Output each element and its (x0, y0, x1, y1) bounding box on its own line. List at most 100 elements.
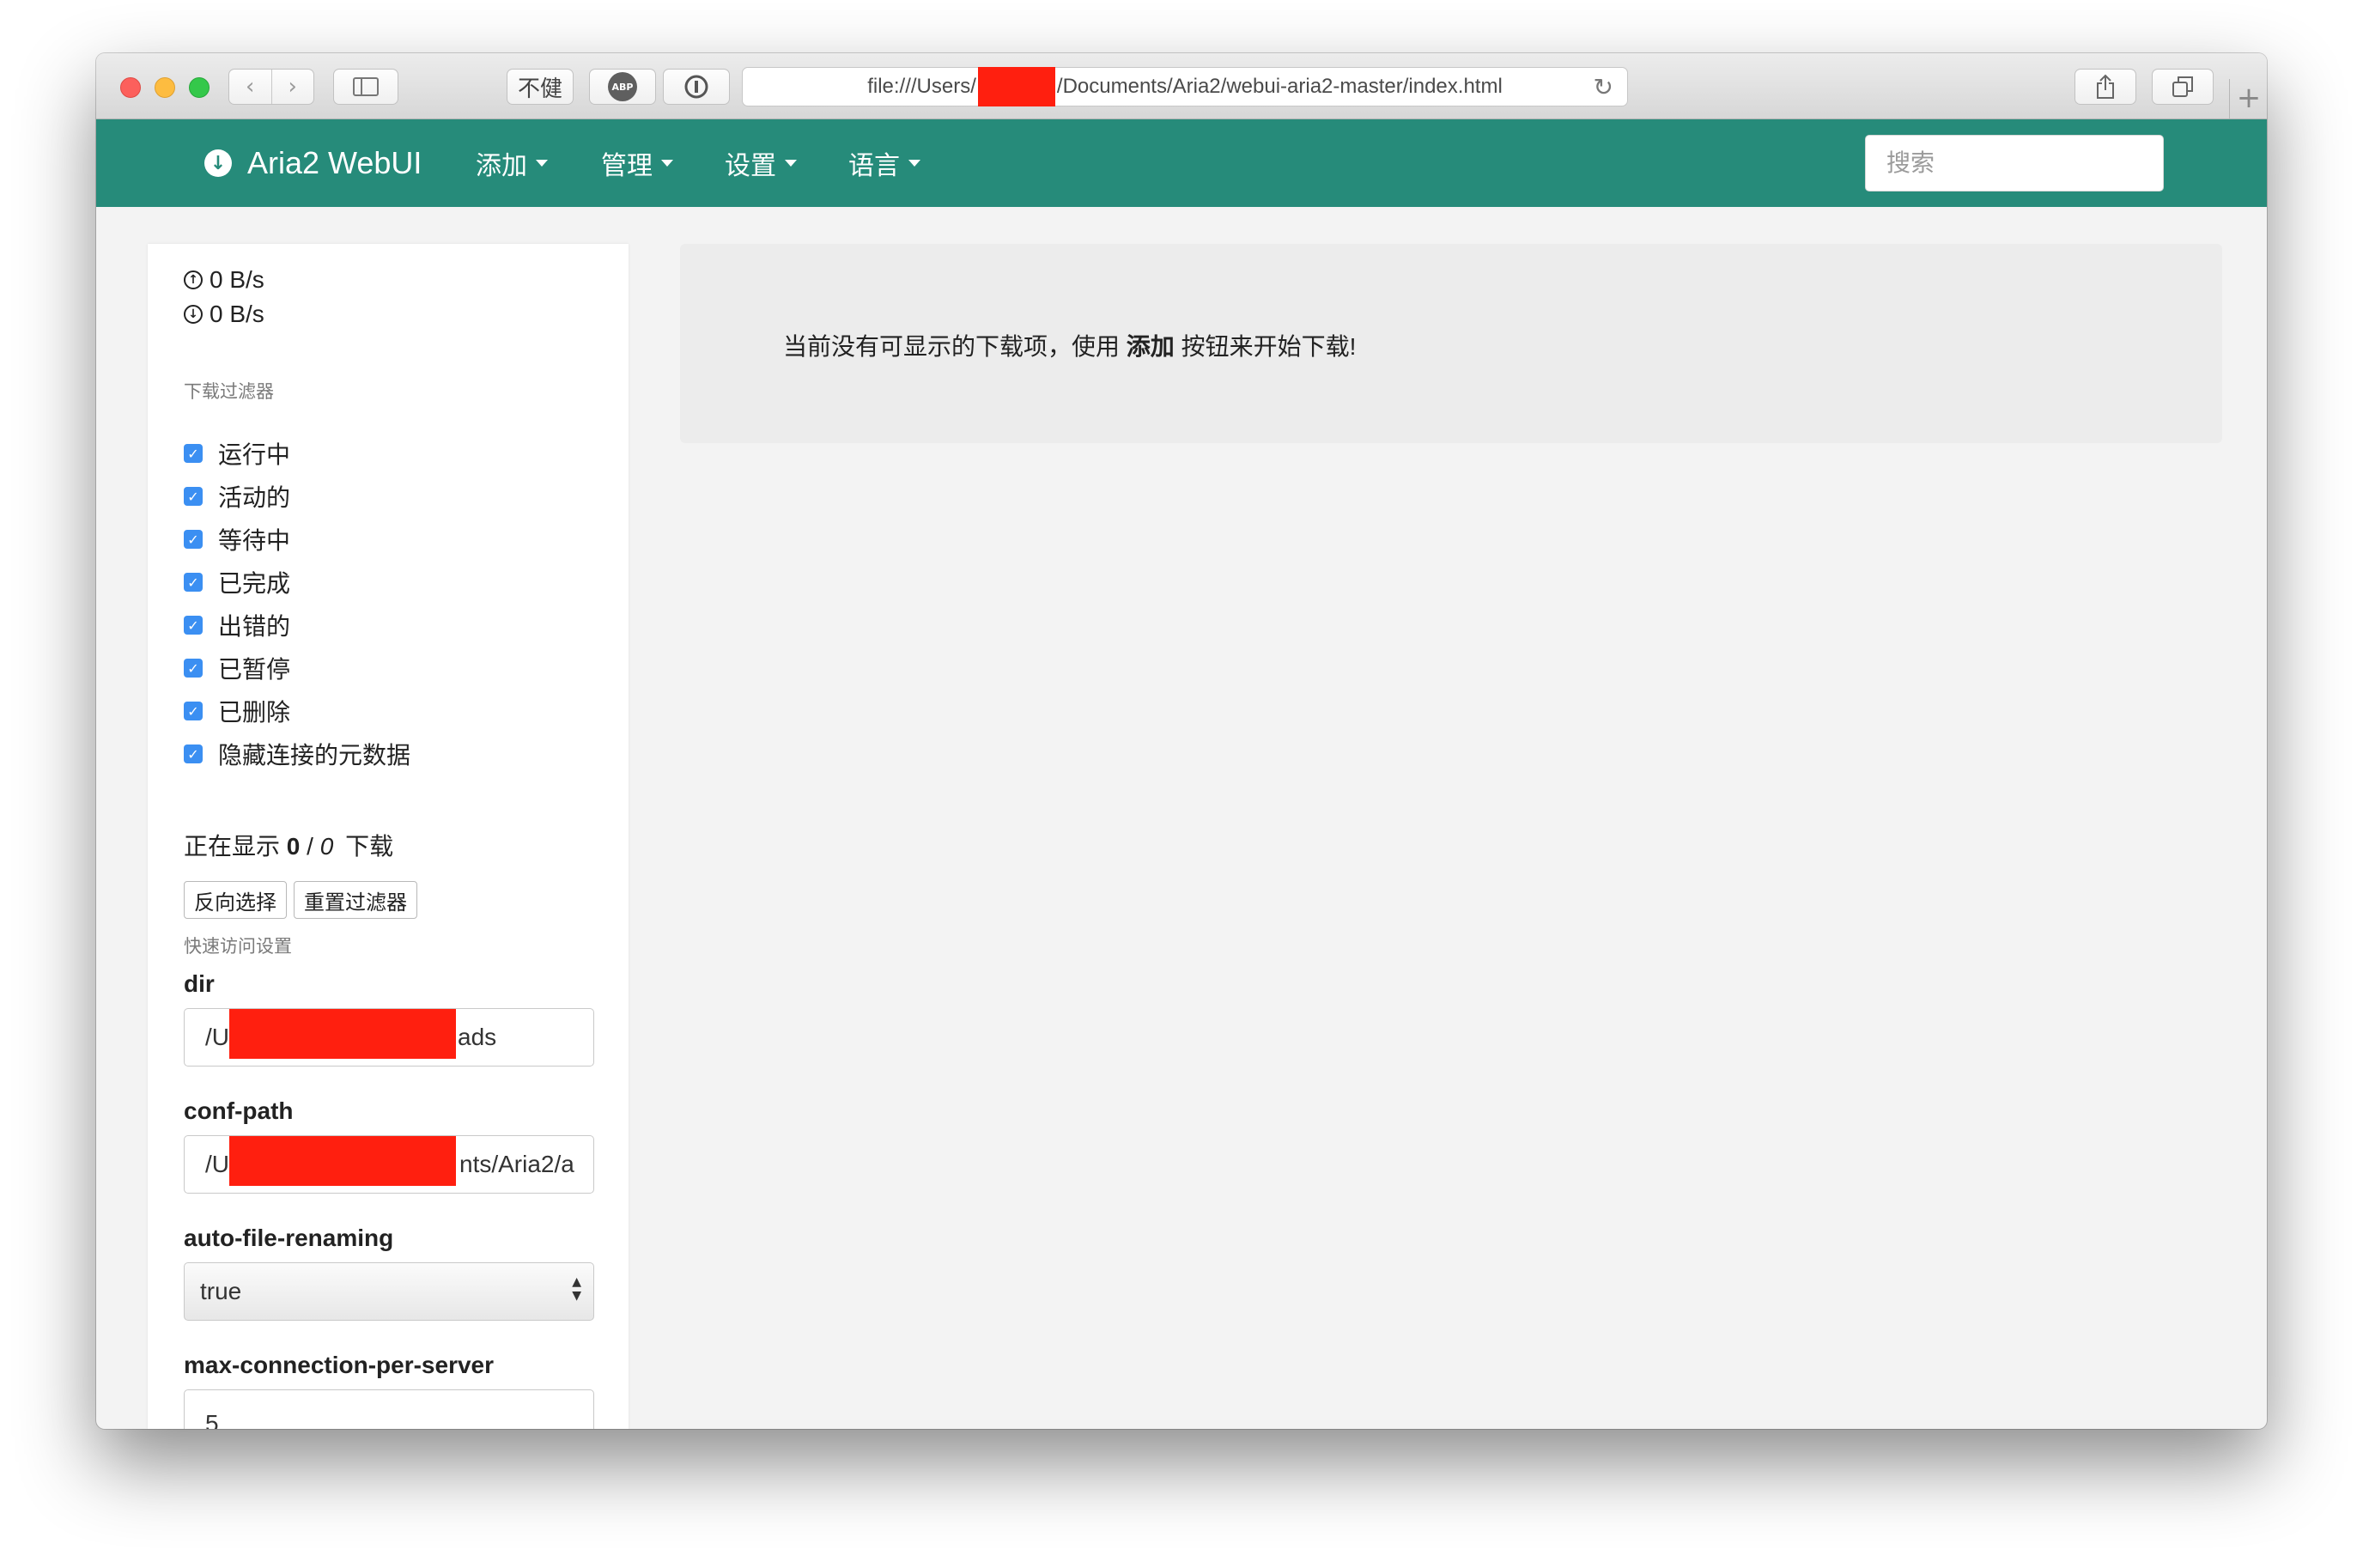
filter-label: 出错的 (218, 613, 291, 640)
sidebar-icon (353, 77, 379, 96)
checkbox-checked-icon[interactable]: ✓ (184, 702, 203, 720)
empty-downloads-message: 当前没有可显示的下载项，使用 添加 按钮来开始下载! (783, 328, 1356, 362)
sidebar-toggle-button[interactable] (333, 69, 398, 105)
filter-label: 已删除 (218, 699, 291, 726)
dir-value-prefix: /U (205, 1024, 229, 1050)
download-speed: ↓ 0 B/s (184, 301, 264, 328)
adblock-icon: ABP (608, 72, 637, 101)
filter-complete[interactable]: ✓ 已完成 (184, 565, 290, 599)
tabs-overview-icon (2172, 76, 2193, 97)
max-connection-per-server-label: max-connection-per-server (184, 1352, 495, 1378)
filter-paused[interactable]: ✓ 已暂停 (184, 651, 290, 685)
max-connection-per-server-input[interactable]: 5 (184, 1389, 594, 1429)
showing-separator: / (307, 833, 313, 860)
redaction-box (229, 1009, 456, 1059)
max-connection-value: 5 (205, 1410, 219, 1429)
new-tab-button[interactable]: + (2229, 79, 2267, 119)
auto-file-renaming-select[interactable]: true ▲ ▼ (184, 1262, 594, 1321)
upload-speed-value: 0 B/s (210, 266, 264, 293)
auto-file-renaming-label: auto-file-renaming (184, 1225, 394, 1251)
address-text: file:///Users/ /Documents/Aria2/webui-ar… (743, 67, 1627, 106)
back-forward-buttons: ‹ › (228, 69, 314, 105)
showing-count: 0 (286, 833, 301, 860)
checkbox-checked-icon[interactable]: ✓ (184, 573, 203, 592)
dir-label: dir (184, 970, 215, 997)
showing-suffix: 下载 (345, 833, 394, 860)
caret-down-icon (785, 160, 797, 167)
filter-label: 运行中 (218, 441, 291, 468)
minimize-window-button[interactable] (155, 77, 175, 98)
redaction-box (229, 1136, 456, 1186)
upload-speed: ↑ 0 B/s (184, 266, 264, 294)
caret-down-icon (536, 160, 548, 167)
menu-add[interactable]: 添加 (476, 119, 548, 207)
menu-manage[interactable]: 管理 (601, 119, 673, 207)
brand-title: Aria2 WebUI (247, 145, 422, 180)
checkbox-checked-icon[interactable]: ✓ (184, 616, 203, 635)
extension-button[interactable]: 不健 (507, 69, 574, 105)
download-speed-value: 0 B/s (210, 301, 264, 327)
conf-path-value-prefix: /U (205, 1151, 229, 1177)
filter-label: 等待中 (218, 527, 291, 554)
conf-path-input[interactable]: /U nts/Aria2/a (184, 1135, 594, 1194)
download-arrow-icon: ↓ (184, 305, 203, 324)
password-manager-icon (684, 75, 708, 99)
filter-waiting[interactable]: ✓ 等待中 (184, 522, 290, 556)
checkbox-checked-icon[interactable]: ✓ (184, 744, 203, 763)
filter-hide-linked-metadata[interactable]: ✓ 隐藏连接的元数据 (184, 737, 410, 771)
filter-section-title: 下载过滤器 (184, 382, 274, 402)
reload-icon[interactable]: ↻ (1594, 73, 1613, 101)
conf-path-label: conf-path (184, 1097, 294, 1124)
close-window-button[interactable] (120, 77, 141, 98)
adblock-button[interactable]: ABP (589, 69, 656, 105)
back-button[interactable]: ‹ (229, 70, 271, 104)
forward-button[interactable]: › (270, 70, 314, 104)
brand[interactable]: ↓ Aria2 WebUI (204, 119, 422, 207)
menu-settings[interactable]: 设置 (725, 119, 797, 207)
filter-label: 活动的 (218, 484, 291, 511)
empty-message-add: 添加 (1126, 333, 1175, 360)
filter-removed[interactable]: ✓ 已删除 (184, 694, 290, 728)
filter-running[interactable]: ✓ 运行中 (184, 436, 290, 471)
auto-file-renaming-value: true (200, 1278, 242, 1304)
share-button[interactable] (2074, 69, 2136, 105)
checkbox-checked-icon[interactable]: ✓ (184, 487, 203, 506)
browser-titlebar: ‹ › 不健 ABP file:///Users/ /Documents/Ari… (96, 53, 2267, 119)
caret-down-icon (908, 160, 920, 167)
filter-error[interactable]: ✓ 出错的 (184, 608, 290, 642)
filter-active[interactable]: ✓ 活动的 (184, 479, 290, 514)
showing-total: 0 (319, 833, 334, 860)
search-input[interactable] (1865, 135, 2164, 191)
conf-path-value-suffix: nts/Aria2/a (459, 1151, 574, 1177)
menu-settings-label: 设置 (725, 152, 776, 180)
checkbox-checked-icon[interactable]: ✓ (184, 530, 203, 549)
dir-input[interactable]: /U ads (184, 1008, 594, 1067)
url-suffix: /Documents/Aria2/webui-aria2-master/inde… (1056, 75, 1503, 98)
menu-language[interactable]: 语言 (848, 119, 920, 207)
downloads-panel: 当前没有可显示的下载项，使用 添加 按钮来开始下载! (680, 244, 2222, 443)
sidebar: ↑ 0 B/s ↓ 0 B/s 下载过滤器 ✓ 运行中 ✓ 活动的 ✓ 等待中 … (148, 244, 629, 1429)
share-icon (2097, 74, 2114, 99)
showing-prefix: 正在显示 (184, 833, 281, 860)
reset-filters-button[interactable]: 重置过滤器 (294, 881, 417, 919)
select-arrows-icon: ▲ ▼ (572, 1275, 581, 1303)
address-bar[interactable]: file:///Users/ /Documents/Aria2/webui-ar… (742, 67, 1628, 106)
caret-down-icon (661, 160, 673, 167)
filter-label: 已完成 (218, 570, 291, 597)
menu-add-label: 添加 (476, 152, 527, 180)
empty-message-suffix: 按钮来开始下载! (1181, 333, 1357, 360)
download-circle-icon: ↓ (204, 149, 232, 177)
checkbox-checked-icon[interactable]: ✓ (184, 444, 203, 463)
app-navbar: ↓ Aria2 WebUI 添加 管理 设置 语言 (96, 119, 2267, 207)
zoom-window-button[interactable] (189, 77, 210, 98)
invert-selection-button[interactable]: 反向选择 (184, 881, 287, 919)
redaction-box (977, 67, 1055, 106)
menu-manage-label: 管理 (601, 152, 653, 180)
filter-label: 已暂停 (218, 656, 291, 683)
checkbox-checked-icon[interactable]: ✓ (184, 659, 203, 678)
upload-arrow-icon: ↑ (184, 270, 203, 289)
password-extension-button[interactable] (663, 69, 730, 105)
dir-value-suffix: ads (458, 1024, 497, 1050)
showing-count-text: 正在显示 0 / 0 下载 (184, 828, 393, 862)
show-all-tabs-button[interactable] (2152, 69, 2214, 105)
